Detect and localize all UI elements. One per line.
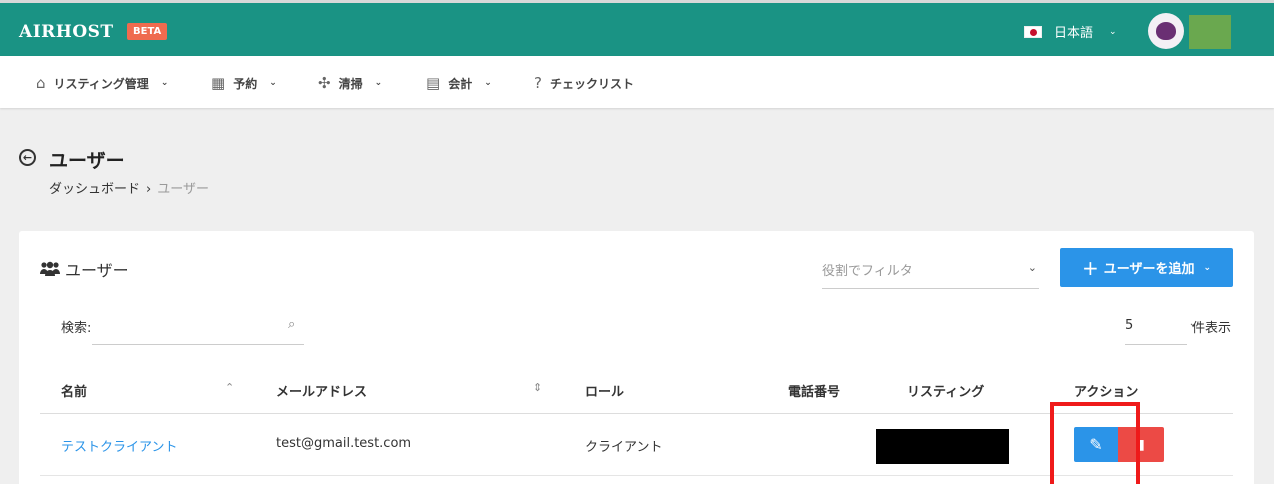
breadcrumb-current: ユーザー: [157, 182, 209, 197]
card-title: ユーザー: [39, 257, 129, 281]
per-page-label: 件表示: [1192, 321, 1232, 336]
user-role: クライアント: [585, 440, 663, 455]
chevron-down-icon: ⌄: [484, 78, 492, 88]
home-icon: ⌂: [36, 74, 46, 92]
column-header-actions: アクション: [1074, 385, 1139, 400]
back-arrow-icon[interactable]: ←: [19, 149, 36, 166]
top-header: AIRHOST BETA 日本語 ⌄: [0, 0, 1274, 56]
user-name-link[interactable]: テストクライアント: [61, 436, 177, 455]
per-page-value: 5: [1125, 318, 1134, 333]
nav-reservations[interactable]: ▦ 予約 ⌄: [211, 74, 277, 92]
users-icon: [40, 261, 60, 276]
sort-ascending-icon[interactable]: ⌃: [225, 381, 234, 394]
nav-label: 清掃: [338, 76, 363, 91]
column-header-listings: リスティング: [907, 385, 985, 400]
chevron-down-icon: ⌄: [1027, 261, 1037, 274]
add-user-button[interactable]: + ユーザーを追加 ⌄: [1060, 248, 1233, 287]
search-input[interactable]: [92, 311, 304, 345]
nav-accounting[interactable]: ▤ 会計 ⌄: [426, 74, 492, 92]
sort-icon[interactable]: ⇕: [533, 381, 542, 394]
plus-icon: +: [1081, 255, 1099, 280]
breadcrumb: ダッシュボード › ユーザー: [49, 178, 209, 197]
user-menu[interactable]: [1189, 15, 1231, 49]
add-user-label: ユーザーを追加: [1103, 262, 1195, 277]
column-header-email[interactable]: メールアドレス: [276, 381, 367, 400]
redacted-listings: [876, 429, 1009, 464]
search-icon: ⌕: [288, 317, 296, 332]
chevron-down-icon: ⌄: [1203, 262, 1212, 273]
column-header-phone: 電話番号: [788, 385, 841, 400]
beta-badge: BETA: [127, 23, 168, 40]
nav-checklist[interactable]: ? チェックリスト: [534, 74, 634, 92]
nav-listing-management[interactable]: ⌂ リスティング管理 ⌄: [36, 74, 168, 92]
chevron-down-icon: ⌄: [269, 78, 277, 88]
airhost-logo[interactable]: AIRHOST: [19, 22, 114, 42]
page-title: ユーザー: [49, 150, 125, 172]
chevron-down-icon: ⌄: [160, 78, 169, 88]
annotation-highlight-box: [1050, 402, 1140, 484]
per-page-select[interactable]: 5 ⌄: [1125, 311, 1197, 345]
main-nav: ⌂ リスティング管理 ⌄ ▦ 予約 ⌄ ✣ 清掃 ⌄ ▤ 会計 ⌄ ? チェック…: [0, 56, 1274, 108]
chevron-down-icon: ⌄: [1109, 26, 1117, 37]
column-header-name[interactable]: 名前: [61, 381, 87, 400]
breadcrumb-separator: ›: [146, 182, 152, 197]
calculator-icon: ▤: [426, 74, 441, 92]
language-selector[interactable]: 日本語 ⌄: [1024, 22, 1117, 41]
language-label: 日本語: [1054, 26, 1094, 41]
user-email: test@gmail.test.com: [276, 436, 412, 451]
question-circle-icon: ?: [534, 74, 542, 92]
role-filter-select[interactable]: 役割でフィルタ ⌄: [822, 257, 1039, 289]
nav-label: リスティング管理: [53, 76, 149, 91]
nav-label: チェックリスト: [549, 76, 634, 91]
nav-label: 会計: [448, 76, 473, 91]
nav-label: 予約: [233, 76, 258, 91]
avatar[interactable]: [1148, 13, 1184, 49]
breadcrumb-dashboard-link[interactable]: ダッシュボード: [49, 182, 140, 197]
role-filter-placeholder: 役割でフィルタ: [822, 264, 913, 279]
search-label: 検索:: [61, 321, 92, 336]
column-header-role[interactable]: ロール: [585, 381, 624, 400]
puzzle-icon: ✣: [318, 74, 331, 92]
calendar-icon: ▦: [211, 74, 226, 92]
chevron-down-icon: ⌄: [374, 78, 383, 88]
nav-cleaning[interactable]: ✣ 清掃 ⌄: [318, 74, 382, 92]
japan-flag-icon: [1024, 25, 1042, 38]
card-title-label: ユーザー: [65, 261, 129, 280]
